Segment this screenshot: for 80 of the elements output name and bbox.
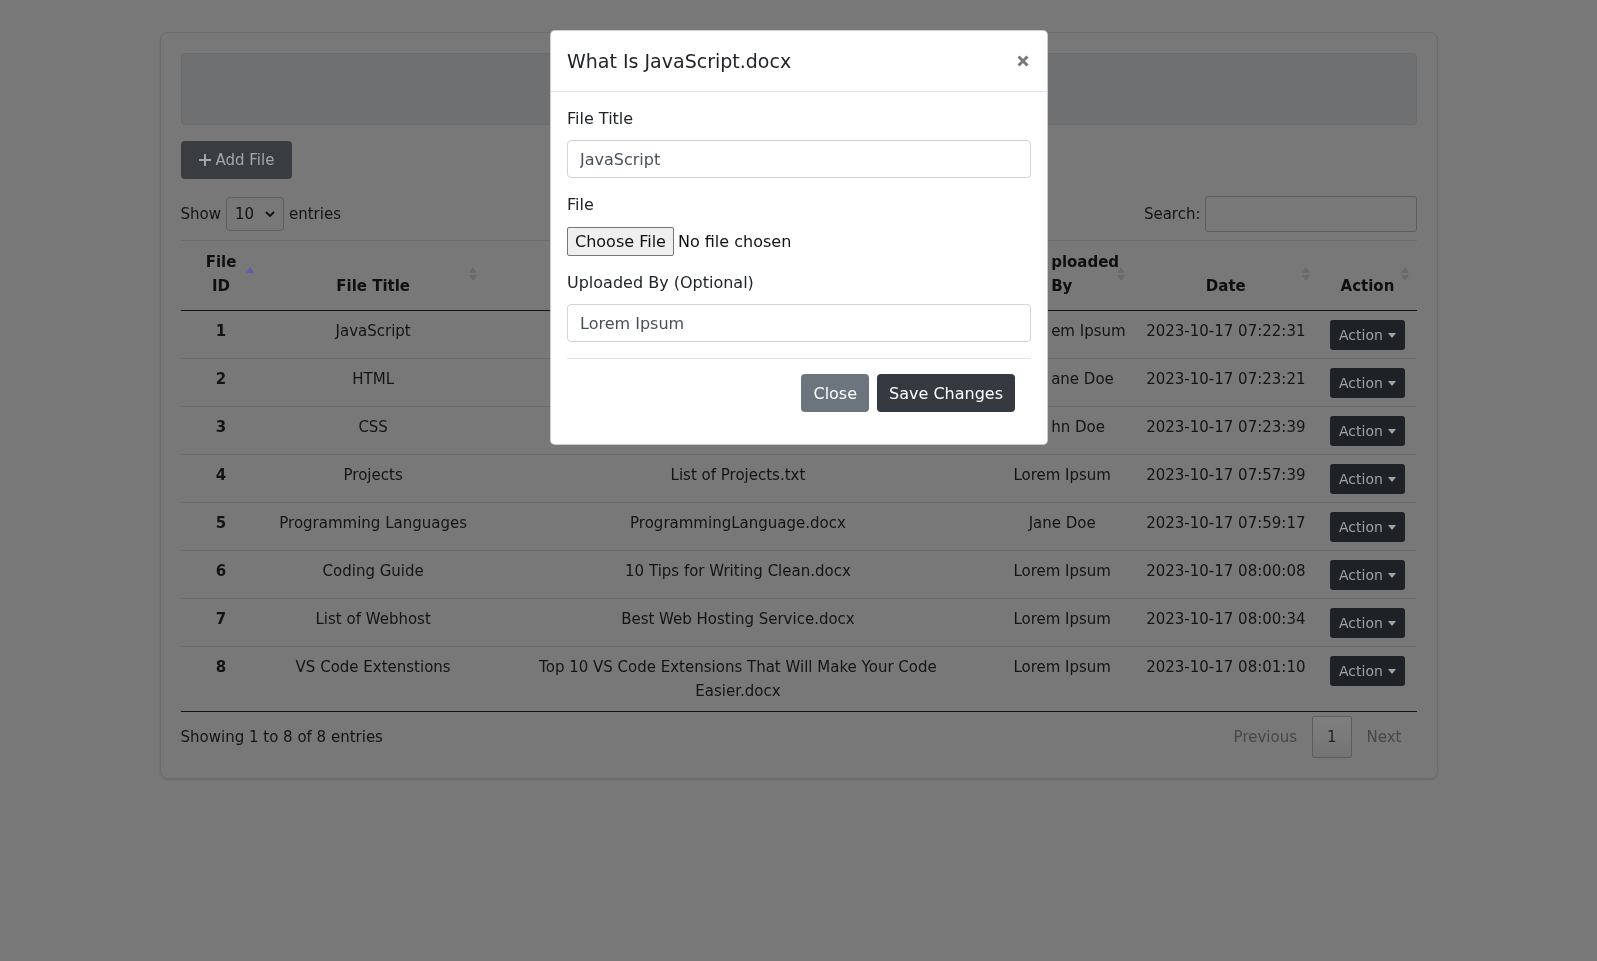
search-label: Search: (1143, 204, 1201, 225)
caret-down-icon (1387, 476, 1396, 482)
date-text: 2023-10-17 08:01:10 (1146, 658, 1306, 676)
file-id-text: 4 (215, 466, 227, 484)
date-text: 2023-10-17 08:00:08 (1146, 562, 1306, 580)
file-status-text: No file chosen (677, 232, 792, 251)
file-title-text: CSS (358, 418, 388, 436)
field-label: Uploaded By (Optional) (567, 272, 754, 294)
caret-down-icon (1387, 572, 1396, 578)
date-text: 2023-10-17 08:00:34 (1146, 610, 1306, 628)
caret-down-icon (1387, 428, 1396, 434)
file-name-text: List of Projects.txt (670, 466, 806, 484)
column-header[interactable]: File ID (198, 250, 244, 298)
caret-down-icon (1387, 332, 1396, 338)
file-title-text: HTML (352, 370, 394, 388)
field-label: File Title (567, 108, 634, 130)
uploader-name-text: Lorem Ipsum (1013, 466, 1111, 484)
date-text: 2023-10-17 07:23:21 (1146, 370, 1306, 388)
plus-icon (198, 154, 211, 166)
date-text: 2023-10-17 07:23:39 (1146, 418, 1306, 436)
uploader-name-text: Lorem Ipsum (1013, 562, 1111, 580)
page-button[interactable]: 1 (1312, 716, 1352, 758)
file-name-text: 10 Tips for Writing Clean.docx (625, 562, 851, 580)
date-text: 2023-10-17 07:57:39 (1146, 466, 1306, 484)
file-title-text: Programming Languages (279, 514, 467, 532)
column-header[interactable]: File Title (336, 274, 411, 298)
date-text: 2023-10-17 07:22:31 (1146, 322, 1306, 340)
uploader-name-text: ane Doe (1051, 370, 1114, 388)
column-header[interactable]: Action (1340, 274, 1395, 298)
close-button[interactable] (1017, 55, 1029, 67)
uploader-name-text: em Ipsum (1051, 322, 1126, 340)
action-button[interactable]: Action (1330, 368, 1405, 398)
file-id-text: 6 (215, 562, 227, 580)
file-title-text: Coding Guide (322, 562, 424, 580)
field-label: File (567, 194, 594, 216)
action-button[interactable]: Action (1330, 560, 1405, 590)
file-name-text: ProgrammingLanguage.docx (630, 514, 846, 532)
action-button[interactable]: Action (1330, 656, 1405, 686)
file-id-text: 1 (215, 322, 227, 340)
file-title-text: JavaScript (335, 322, 411, 340)
uploader-name-text: Lorem Ipsum (1013, 658, 1111, 676)
action-button[interactable]: Action (1330, 464, 1405, 494)
choose-file-button[interactable]: Choose File (567, 227, 674, 256)
dialog-title: What Is JavaScript.docx (567, 49, 792, 74)
date-text: 2023-10-17 07:59:17 (1146, 514, 1306, 532)
file-title-text: List of Webhost (315, 610, 431, 628)
entries-label: entries (289, 204, 341, 225)
add-file-button[interactable]: Add File (180, 141, 293, 179)
uploader-name-text: Jane Doe (1028, 514, 1096, 532)
file-title-text: VS Code Extenstions (295, 658, 451, 676)
save-changes-button[interactable]: Save Changes (877, 374, 1015, 412)
action-button[interactable]: Action (1330, 512, 1405, 542)
action-button[interactable]: Action (1330, 320, 1405, 350)
column-header[interactable]: ploaded By (1051, 250, 1120, 298)
file-id-text: 8 (215, 658, 227, 676)
close-dialog-button[interactable]: Close (801, 374, 870, 412)
action-button[interactable]: Action (1330, 608, 1405, 638)
file-title-text: Projects (343, 466, 403, 484)
caret-down-icon (1387, 380, 1396, 386)
chevron-down-icon (265, 211, 275, 217)
file-id-text: 3 (215, 418, 227, 436)
file-name-text: Best Web Hosting Service.docx (621, 610, 855, 628)
file-id-text: 5 (215, 514, 227, 532)
file-id-text: 2 (215, 370, 227, 388)
file-id-text: 7 (215, 610, 227, 628)
search-field[interactable] (1204, 196, 1417, 232)
entries-info-text: Showing 1 to 8 of 8 entries (180, 727, 383, 748)
show-label: Show (180, 204, 221, 225)
column-header[interactable]: Date (1205, 274, 1246, 298)
uploader-name-text: Lorem Ipsum (1013, 610, 1111, 628)
text-field[interactable]: Lorem Ipsum (567, 304, 1031, 342)
text-field[interactable]: JavaScript (567, 140, 1031, 178)
close-icon (1017, 55, 1029, 67)
uploader-name-text: hn Doe (1051, 418, 1105, 436)
entries-select[interactable]: 10 (226, 197, 284, 231)
file-name-text: Top 10 VS Code Extensions That Will Make Your Code Easier.docx (539, 658, 937, 700)
caret-down-icon (1387, 524, 1396, 530)
action-button[interactable]: Action (1330, 416, 1405, 446)
caret-down-icon (1387, 668, 1396, 674)
caret-down-icon (1387, 620, 1396, 626)
